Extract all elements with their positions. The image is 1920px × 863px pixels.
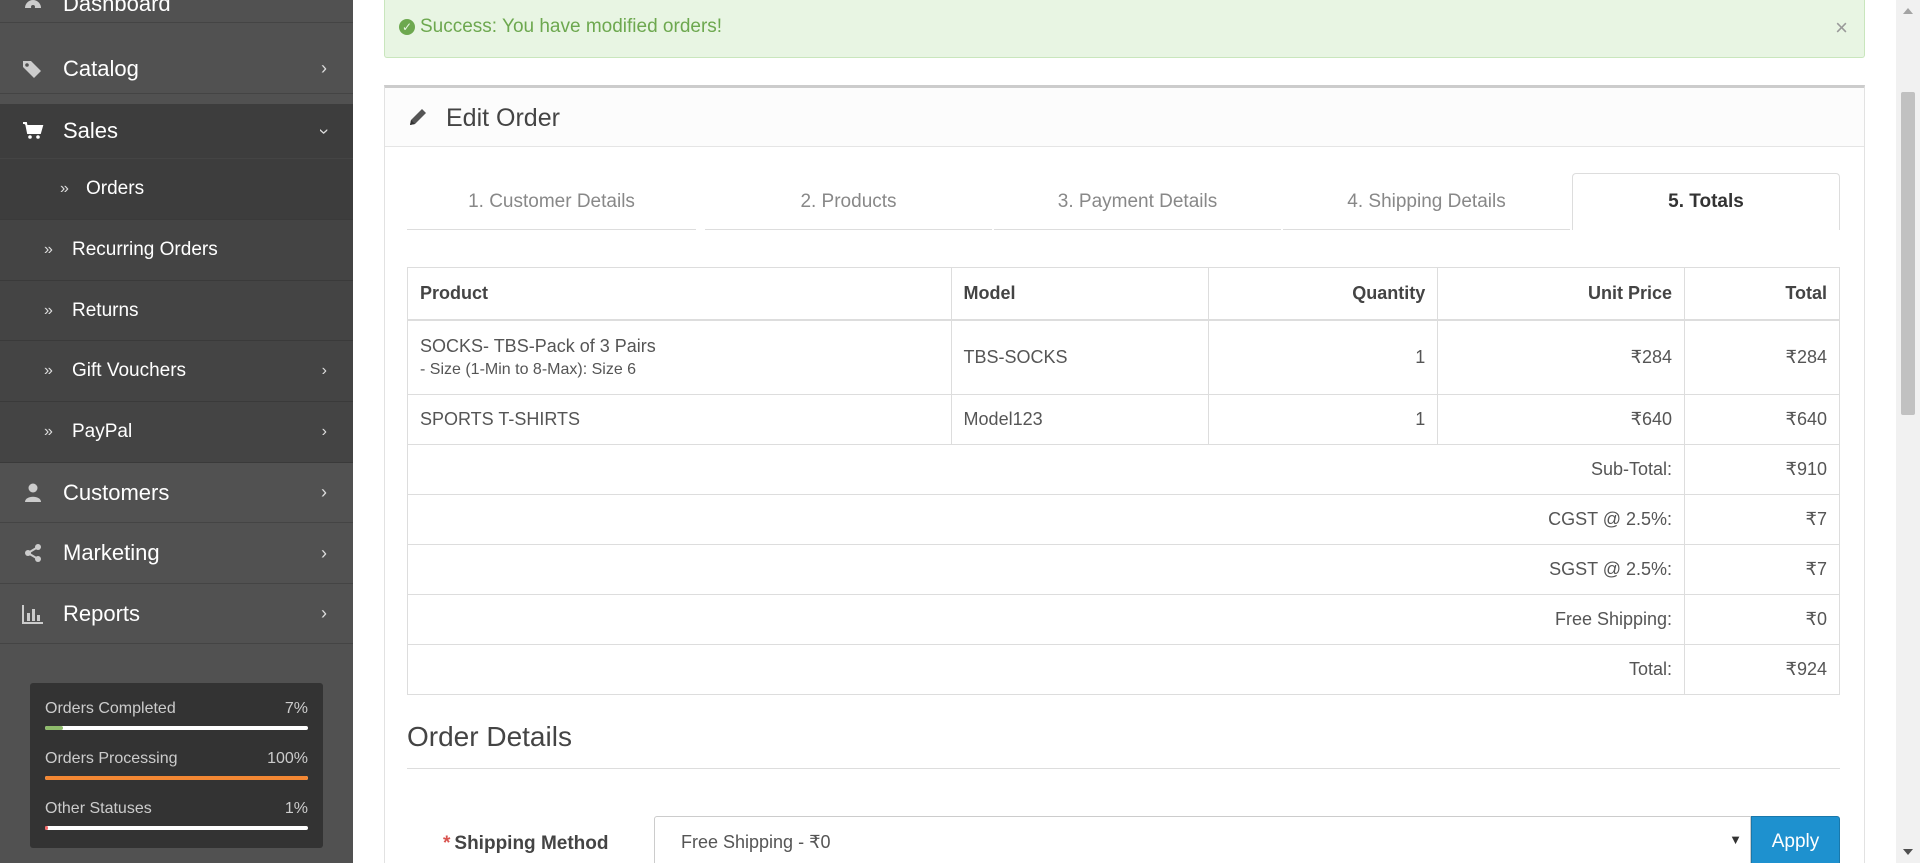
totals-value: ₹7 [1684,544,1840,595]
double-chevron-icon: » [60,180,69,197]
sidebar-item-dashboard[interactable]: Dashboard [0,0,353,23]
order-products-table: Product Model Quantity Unit Price Total … [406,267,1840,695]
tab-payment-details[interactable]: 3. Payment Details [994,174,1281,230]
totals-label: Total: [406,644,1686,695]
scroll-down-arrow-icon[interactable] [1903,849,1913,855]
share-icon [22,542,44,564]
sidebar-sub-orders[interactable]: » Orders [0,159,353,220]
totals-row-sgst: SGST @ 2.5%: ₹7 [406,544,1840,595]
panel-heading: Edit Order [385,88,1864,147]
tags-icon [22,58,44,80]
shipping-method-label: * Shipping Method [443,833,609,854]
close-icon[interactable]: × [1835,15,1848,41]
totals-row-subtotal: Sub-Total: ₹910 [406,444,1840,495]
totals-value: ₹0 [1684,594,1840,645]
pencil-icon [407,106,429,128]
sidebar-sub-recurring-orders[interactable]: » Recurring Orders [0,220,353,281]
totals-label: Sub-Total: [406,444,1686,495]
chevron-right-icon: › [321,603,327,623]
sidebar-item-sales[interactable]: Sales › [0,104,353,159]
totals-label: SGST @ 2.5%: [406,544,1686,595]
sidebar: Dashboard Catalog › Sales › » Orders » R… [0,0,353,863]
progress-bar [45,726,308,730]
product-cell: SOCKS- TBS-Pack of 3 Pairs - Size (1-Min… [407,319,952,395]
double-chevron-icon: » [44,423,53,440]
column-header-product: Product [407,267,952,321]
product-option: - Size (1-Min to 8-Max): Size 6 [420,360,637,378]
progress-fill [45,726,64,730]
dashboard-icon [22,0,44,15]
required-marker: * [443,833,451,854]
stat-orders-processing: Orders Processing 100% [45,733,308,783]
progress-bar [45,826,308,830]
stat-other-statuses: Other Statuses 1% [45,783,308,833]
user-icon [22,482,44,504]
totals-label: CGST @ 2.5%: [406,494,1686,545]
edit-order-panel: Edit Order 1. Customer Details 2. Produc… [384,85,1865,863]
product-cell: SPORTS T-SHIRTS [407,394,952,445]
column-header-total: Total [1684,267,1840,321]
cart-icon [22,120,44,142]
double-chevron-icon: » [44,241,53,258]
unit-price-cell: ₹284 [1437,319,1686,395]
column-header-quantity: Quantity [1208,267,1439,321]
scroll-thumb[interactable] [1901,92,1915,415]
sidebar-item-reports[interactable]: Reports › [0,584,353,644]
sidebar-item-marketing[interactable]: Marketing › [0,523,353,584]
caret-down-icon: ▼ [1729,832,1742,847]
totals-label: Free Shipping: [406,594,1686,645]
chevron-right-icon: › [321,362,327,379]
model-cell: TBS-SOCKS [950,319,1210,395]
sidebar-sub-paypal[interactable]: » PayPal › [0,402,353,463]
column-header-unit-price: Unit Price [1437,267,1686,321]
tab-totals[interactable]: 5. Totals [1572,173,1840,230]
divider [407,768,1840,769]
totals-row-total: Total: ₹924 [406,644,1840,695]
unit-price-cell: ₹640 [1437,394,1686,445]
quantity-cell: 1 [1208,319,1439,395]
tab-shipping-details[interactable]: 4. Shipping Details [1283,174,1570,230]
totals-row-cgst: CGST @ 2.5%: ₹7 [406,494,1840,545]
double-chevron-icon: » [44,362,53,379]
progress-fill [45,826,48,830]
scroll-up-arrow-icon[interactable] [1903,8,1913,14]
total-cell: ₹640 [1684,394,1840,445]
page-title: Edit Order [446,104,560,132]
shipping-method-select[interactable]: Free Shipping - ₹0 ▼ [654,816,1751,863]
table-row: SPORTS T-SHIRTS Model123 1 ₹640 ₹640 [407,394,1840,445]
progress-fill [45,776,308,780]
double-chevron-icon: » [44,301,53,319]
total-cell: ₹284 [1684,319,1840,395]
totals-row-shipping: Free Shipping: ₹0 [406,594,1840,645]
check-circle-icon: ✓ [399,19,415,35]
totals-value: ₹910 [1684,444,1840,495]
tab-products[interactable]: 2. Products [705,174,992,230]
stat-orders-completed: Orders Completed 7% [45,683,308,733]
scrollbar[interactable] [1896,0,1920,863]
quantity-cell: 1 [1208,394,1439,445]
apply-button[interactable]: Apply [1751,816,1840,863]
sidebar-sub-gift-vouchers[interactable]: » Gift Vouchers › [0,341,353,402]
model-cell: Model123 [950,394,1210,445]
chevron-right-icon: › [321,542,327,563]
progress-bar [45,776,308,780]
chevron-right-icon: › [321,58,327,78]
order-stats-box: Orders Completed 7% Orders Processing 10… [30,683,323,848]
order-details-heading: Order Details [407,721,572,752]
sidebar-sub-returns[interactable]: » Returns [0,281,353,341]
sidebar-item-customers[interactable]: Customers › [0,463,353,523]
column-header-model: Model [950,267,1210,321]
bar-chart-icon [22,603,44,625]
totals-value: ₹924 [1684,644,1840,695]
totals-value: ₹7 [1684,494,1840,545]
tab-customer-details[interactable]: 1. Customer Details [407,174,696,230]
chevron-down-icon: › [314,128,335,134]
chevron-right-icon: › [321,423,327,440]
success-alert: ✓ Success: You have modified orders! × [384,0,1865,58]
table-row: SOCKS- TBS-Pack of 3 Pairs - Size (1-Min… [407,319,1840,395]
sidebar-item-catalog[interactable]: Catalog › [0,44,353,94]
chevron-right-icon: › [321,482,327,502]
